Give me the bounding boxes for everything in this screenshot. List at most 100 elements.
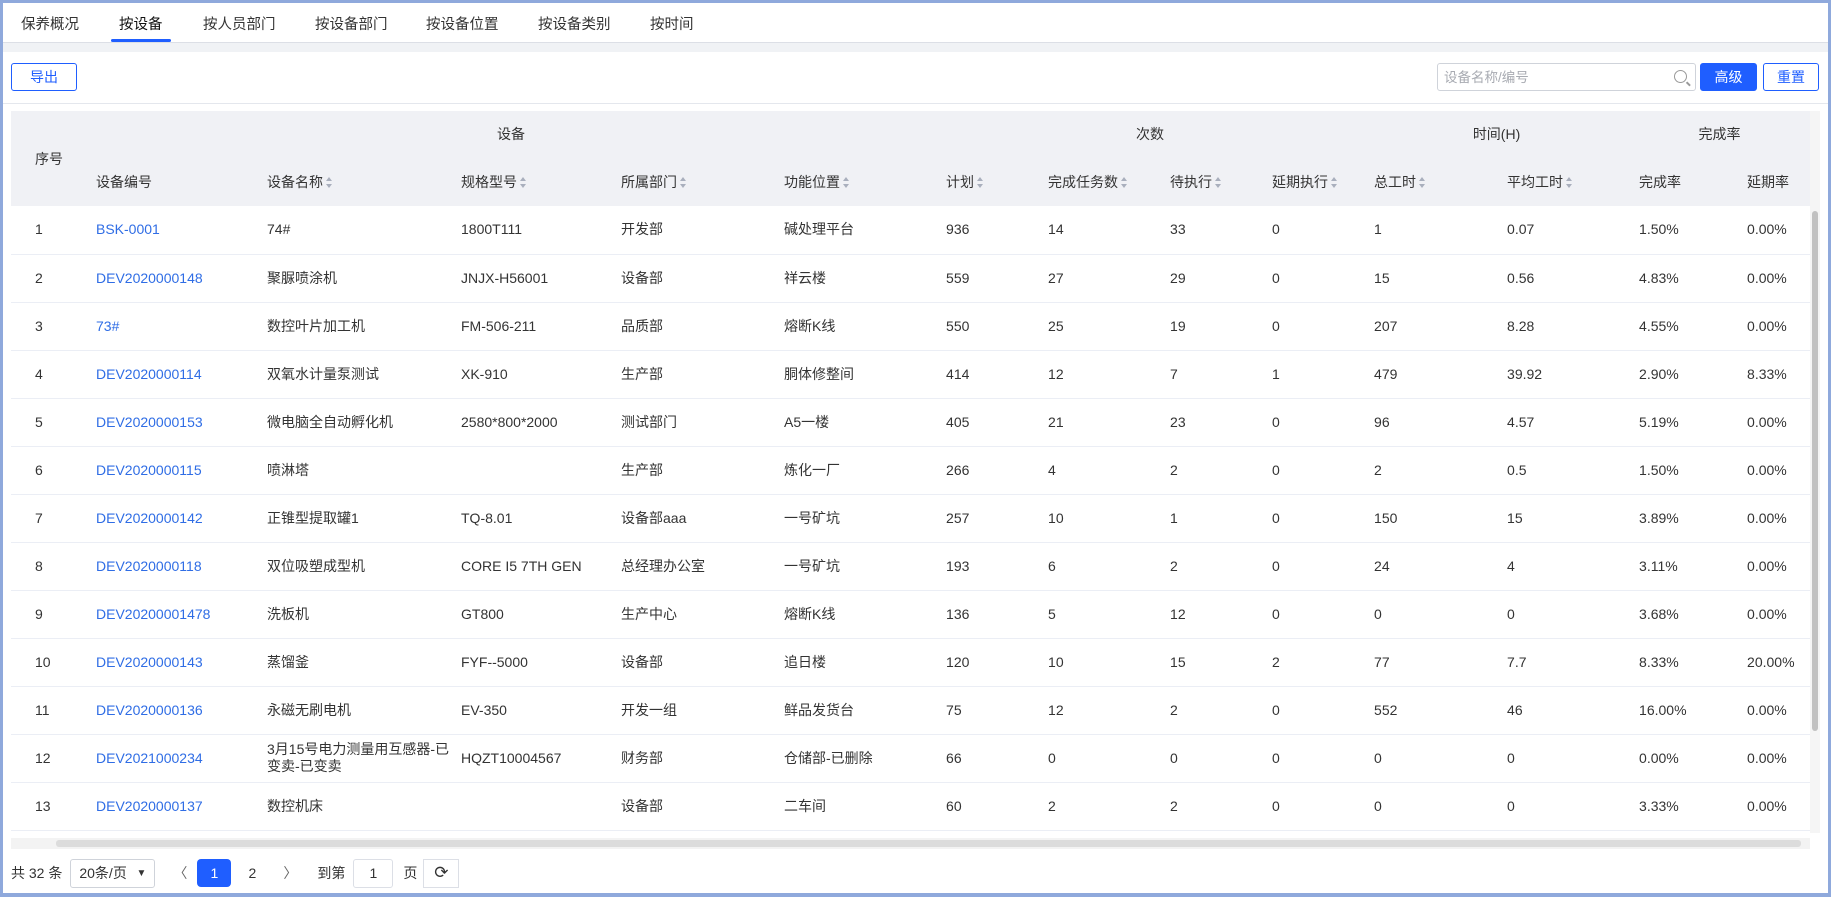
table-row: 3 73# 数控叶片加工机 FM-506-211 品质部 熔断K线 550 25 19 0 207 8… [11,302,1810,351]
cell-delay-rate: 0.00% [1737,542,1810,591]
horizontal-scroll-thumb[interactable] [56,840,1801,847]
cell-plan: 75 [936,686,1039,735]
cell-completion-rate: 4.55% [1629,302,1738,351]
cell-device-name: 74# [257,206,451,255]
cell-department: 开发一组 [611,686,774,735]
column-header-avg-hours[interactable]: 平均工时 [1497,157,1630,206]
cell-plan: 405 [936,398,1039,447]
column-header-label: 计划 [946,173,975,190]
cell-index: 12 [11,734,86,783]
column-header-plan[interactable]: 计划 [936,157,1039,206]
cell-function-location: 熔断K线 [774,302,937,351]
cell-completion-rate: 8.33% [1629,638,1738,687]
tab-by-time[interactable]: 按时间 [650,13,694,34]
sort-icon[interactable] [1331,177,1338,189]
next-page-button[interactable]: 〉 [273,859,307,887]
vertical-scroll-thumb[interactable] [1812,211,1818,731]
sort-icon[interactable] [1121,177,1128,189]
cell-function-location: 一号矿坑 [774,494,937,543]
cell-function-location: 二车间 [774,782,937,831]
column-header-device-name[interactable]: 设备名称 [257,157,451,206]
table-row: 11 DEV2020000136 永磁无刷电机 EV-350 开发一组 鲜品发货台 75 12… [11,686,1810,735]
cell-device-code[interactable]: DEV2020000115 [86,446,257,495]
cell-device-code[interactable]: BSK-0001 [86,206,257,255]
cell-index: 7 [11,494,86,543]
cell-completed-tasks: 12 [1038,686,1161,735]
column-header-total-hours[interactable]: 总工时 [1364,157,1498,206]
column-header-spec-model[interactable]: 规格型号 [451,157,611,206]
column-header-delay-rate: 延期率 [1737,157,1810,206]
cell-index: 13 [11,782,86,831]
cell-device-code[interactable]: DEV2020000142 [86,494,257,543]
cell-pending: 2 [1160,542,1263,591]
cell-device-code[interactable]: DEV2020000118 [86,542,257,591]
cell-device-code[interactable]: DEV2020000143 [86,638,257,687]
cell-avg-hours: 7.7 [1497,638,1630,687]
sort-icon[interactable] [1566,177,1573,189]
sort-icon[interactable] [843,177,850,189]
cell-pending: 12 [1160,590,1263,639]
column-header-delayed[interactable]: 延期执行 [1262,157,1365,206]
reset-button[interactable]: 重置 [1763,63,1819,91]
divider [3,103,1828,104]
cell-device-code[interactable]: DEV2020000136 [86,686,257,735]
tab-by-staff-department[interactable]: 按人员部门 [203,13,276,34]
cell-completed-tasks: 21 [1038,398,1161,447]
search-input[interactable] [1444,69,1664,85]
sort-icon[interactable] [977,177,984,189]
cell-function-location: 一号矿坑 [774,542,937,591]
cell-device-code[interactable]: DEV2021000234 [86,734,257,783]
column-header-pending[interactable]: 待执行 [1160,157,1263,206]
cell-plan: 193 [936,542,1039,591]
column-header-completed-tasks[interactable]: 完成任务数 [1038,157,1161,206]
prev-page-button[interactable]: 〈 [163,859,197,887]
sort-icon[interactable] [326,177,333,189]
page-size-select[interactable]: 20条/页 ▼ [70,858,156,888]
tab-by-device[interactable]: 按设备 [111,13,170,42]
column-header-device-code: 设备编号 [86,157,257,206]
advanced-button[interactable]: 高级 [1700,63,1757,91]
column-header-function-location[interactable]: 功能位置 [774,157,937,206]
cell-completed-tasks: 25 [1038,302,1161,351]
cell-completed-tasks: 2 [1038,782,1161,831]
cell-department: 设备部 [611,254,774,303]
cell-device-code[interactable]: 73# [86,302,257,351]
tab-overview[interactable]: 保养概况 [21,13,79,34]
cell-delayed: 0 [1262,302,1365,351]
column-header-label: 所属部门 [621,173,677,190]
table-row: 4 DEV2020000114 双氧水计量泵测试 XK-910 生产部 胴体修整间 414 1… [11,350,1810,399]
cell-delayed: 0 [1262,782,1365,831]
refresh-icon[interactable]: ⟳ [423,858,460,888]
cell-avg-hours: 46 [1497,686,1630,735]
cell-completion-rate: 3.89% [1629,494,1738,543]
search-icon[interactable] [1674,70,1687,83]
sort-icon[interactable] [520,177,527,189]
cell-device-code[interactable]: DEV20200001478 [86,590,257,639]
cell-delay-rate: 0.00% [1737,254,1810,303]
cell-device-code[interactable]: DEV2020000153 [86,398,257,447]
cell-device-code[interactable]: DEV2020000137 [86,782,257,831]
export-button[interactable]: 导出 [11,63,77,91]
cell-completed-tasks: 0 [1038,734,1161,783]
sort-icon[interactable] [680,177,687,189]
cell-avg-hours: 0 [1497,734,1630,783]
page-1-button[interactable]: 1 [197,859,232,887]
goto-page-input[interactable]: 1 [353,858,394,888]
tab-by-device-department[interactable]: 按设备部门 [315,13,388,34]
cell-pending: 0 [1160,734,1263,783]
sort-icon[interactable] [1215,177,1222,189]
cell-device-code[interactable]: DEV2020000114 [86,350,257,399]
vertical-scrollbar[interactable] [1810,111,1820,833]
horizontal-scrollbar[interactable] [11,838,1810,849]
page-2-button[interactable]: 2 [235,859,269,887]
cell-delayed: 0 [1262,446,1365,495]
cell-delay-rate: 0.00% [1737,686,1810,735]
cell-completion-rate: 3.11% [1629,542,1738,591]
column-header-department[interactable]: 所属部门 [611,157,774,206]
cell-plan: 257 [936,494,1039,543]
cell-device-code[interactable]: DEV2020000148 [86,254,257,303]
sort-icon[interactable] [1419,177,1426,189]
tab-by-device-category[interactable]: 按设备类别 [538,13,611,34]
cell-device-name: 双氧水计量泵测试 [257,350,451,399]
tab-by-device-location[interactable]: 按设备位置 [426,13,499,34]
